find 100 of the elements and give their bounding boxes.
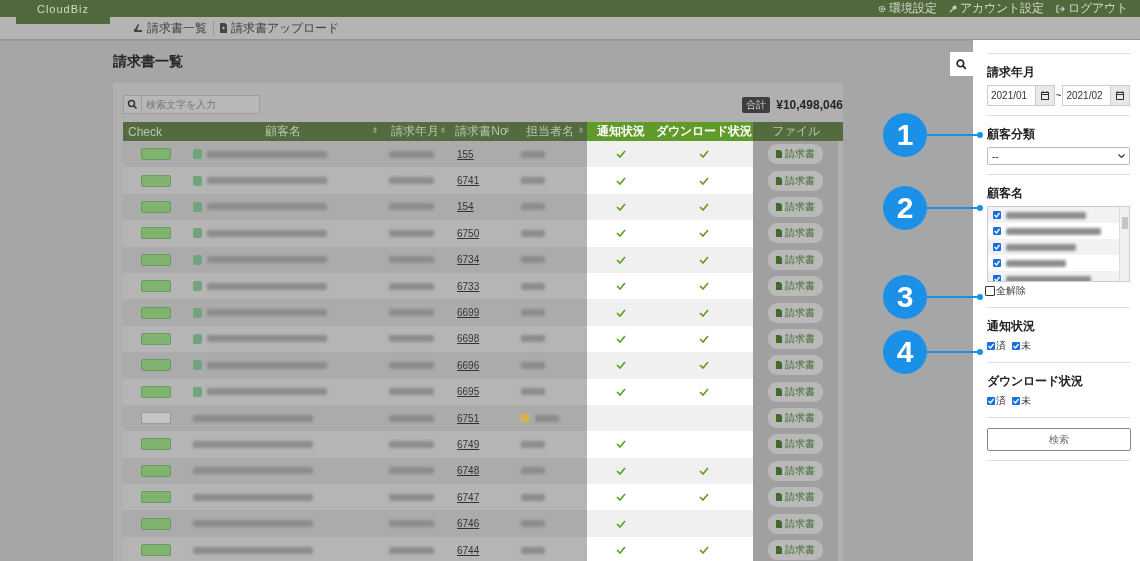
invoice-button[interactable]: 請求書 [768,540,823,561]
invoice-number-link[interactable]: 6734 [457,254,480,266]
row-toggle[interactable] [141,544,171,557]
invoice-number-link[interactable]: 6699 [457,307,480,319]
invoice-number-link[interactable]: 6749 [457,439,480,450]
row-toggle[interactable] [141,148,171,161]
invoice-number-link[interactable]: 154 [457,201,474,213]
check-icon [699,255,709,264]
checkbox-label: 済 [996,339,1006,353]
row-toggle[interactable] [141,385,171,398]
invoice-number-link[interactable]: 6696 [457,359,480,371]
invoice-number-link[interactable]: 6748 [457,465,480,477]
checkbox-label: 済 [996,394,1006,408]
invoice-button[interactable]: 請求書 [768,302,823,323]
invoice-number-link[interactable]: 6746 [457,518,480,530]
invoice-button[interactable]: 請求書 [768,170,823,191]
check-icon [616,308,626,317]
blurred-text [389,309,434,317]
invoice-number-link[interactable]: 6744 [457,544,480,556]
callout-number: 3 [883,275,927,319]
pdf-icon [776,176,782,185]
header-link[interactable]: 環境設定 [878,0,937,17]
blurred-text [389,177,434,185]
invoice-button[interactable]: 請求書 [768,355,823,376]
checkbox-label: 未 [1021,339,1031,353]
check-icon [616,255,626,264]
row-toggle[interactable] [141,517,171,530]
column-header: Check [127,123,163,141]
column-header[interactable]: 担当者名 [513,122,587,141]
row-toggle[interactable] [141,253,171,266]
invoice-button[interactable]: 請求書 [768,381,823,402]
row-toggle[interactable] [141,332,171,345]
logout-icon [1056,4,1065,13]
row-toggle[interactable] [141,306,171,319]
checkbox[interactable] [985,286,995,296]
check-icon [616,202,626,211]
scrollbar-thumb[interactable] [1121,217,1128,229]
callout-number: 2 [883,186,927,230]
invoice-button[interactable]: 請求書 [768,460,823,481]
check-icon [616,176,626,185]
row-toggle[interactable] [141,174,171,187]
column-header[interactable]: 請求書No [449,122,513,141]
invoice-button[interactable]: 請求書 [768,513,823,534]
row-toggle[interactable] [141,491,171,504]
blurred-text [389,256,434,264]
search-button[interactable]: 検索 [987,428,1131,451]
row-toggle[interactable] [141,438,171,451]
callout-number: 4 [883,330,927,374]
leader-line [927,294,983,300]
nav-link[interactable]: 請求書一覧 [133,19,207,37]
pdf-icon [776,150,782,159]
row-toggle[interactable] [141,280,171,293]
check-icon [699,308,709,317]
hand-icon [133,23,143,33]
sort-icon [373,127,377,133]
invoice-number-link[interactable]: 6698 [457,333,480,345]
check-icon [699,282,709,291]
total-amount: ¥10,498,046 [776,97,843,112]
row-toggle[interactable] [141,412,171,425]
invoice-number-link[interactable]: 6741 [457,175,480,187]
category-select[interactable]: -- [987,147,1130,165]
check-icon [699,229,709,238]
header-link[interactable]: アカウント設定 [949,0,1044,17]
header-link[interactable]: ログアウト [1056,0,1128,17]
invoice-button[interactable]: 請求書 [768,223,823,244]
check-icon [699,361,709,370]
invoice-number-link[interactable]: 6750 [457,227,480,239]
invoice-number-link[interactable]: 6695 [457,386,480,398]
check-icon [616,282,626,291]
column-header[interactable]: 顧客名 [185,122,381,141]
nav-link[interactable]: 請求書アップロード [220,19,339,37]
search-field[interactable]: 検索文字を入力 [142,95,260,114]
date-field[interactable]: 2021/01 [987,85,1055,106]
check-icon [616,493,626,502]
check-icon [616,546,626,555]
invoice-button[interactable]: 請求書 [768,328,823,349]
invoice-number-link[interactable]: 6747 [457,491,480,503]
invoice-number-link[interactable]: 6751 [457,412,480,424]
invoice-button[interactable]: 請求書 [768,144,823,165]
total-badge: 合計 [742,96,771,113]
row-toggle[interactable] [141,464,171,477]
pdf-icon [776,202,782,211]
date-field[interactable]: 2021/02 [1062,85,1130,106]
search-button[interactable] [950,52,973,76]
column-header[interactable]: 請求年月 [381,122,449,141]
row-toggle[interactable] [141,227,171,240]
blurred-text [389,414,434,422]
row-toggle[interactable] [141,359,171,372]
invoice-button[interactable]: 請求書 [768,434,823,455]
check-icon [616,334,626,343]
invoice-number-link[interactable]: 6733 [457,280,480,292]
invoice-button[interactable]: 請求書 [768,249,823,270]
invoice-button[interactable]: 請求書 [768,487,823,508]
pdf-icon [776,493,782,502]
blurred-text [389,361,434,369]
invoice-button[interactable]: 請求書 [768,276,823,297]
invoice-number-link[interactable]: 155 [457,148,474,160]
row-toggle[interactable] [141,200,171,213]
invoice-button[interactable]: 請求書 [768,408,823,429]
invoice-button[interactable]: 請求書 [768,196,823,217]
